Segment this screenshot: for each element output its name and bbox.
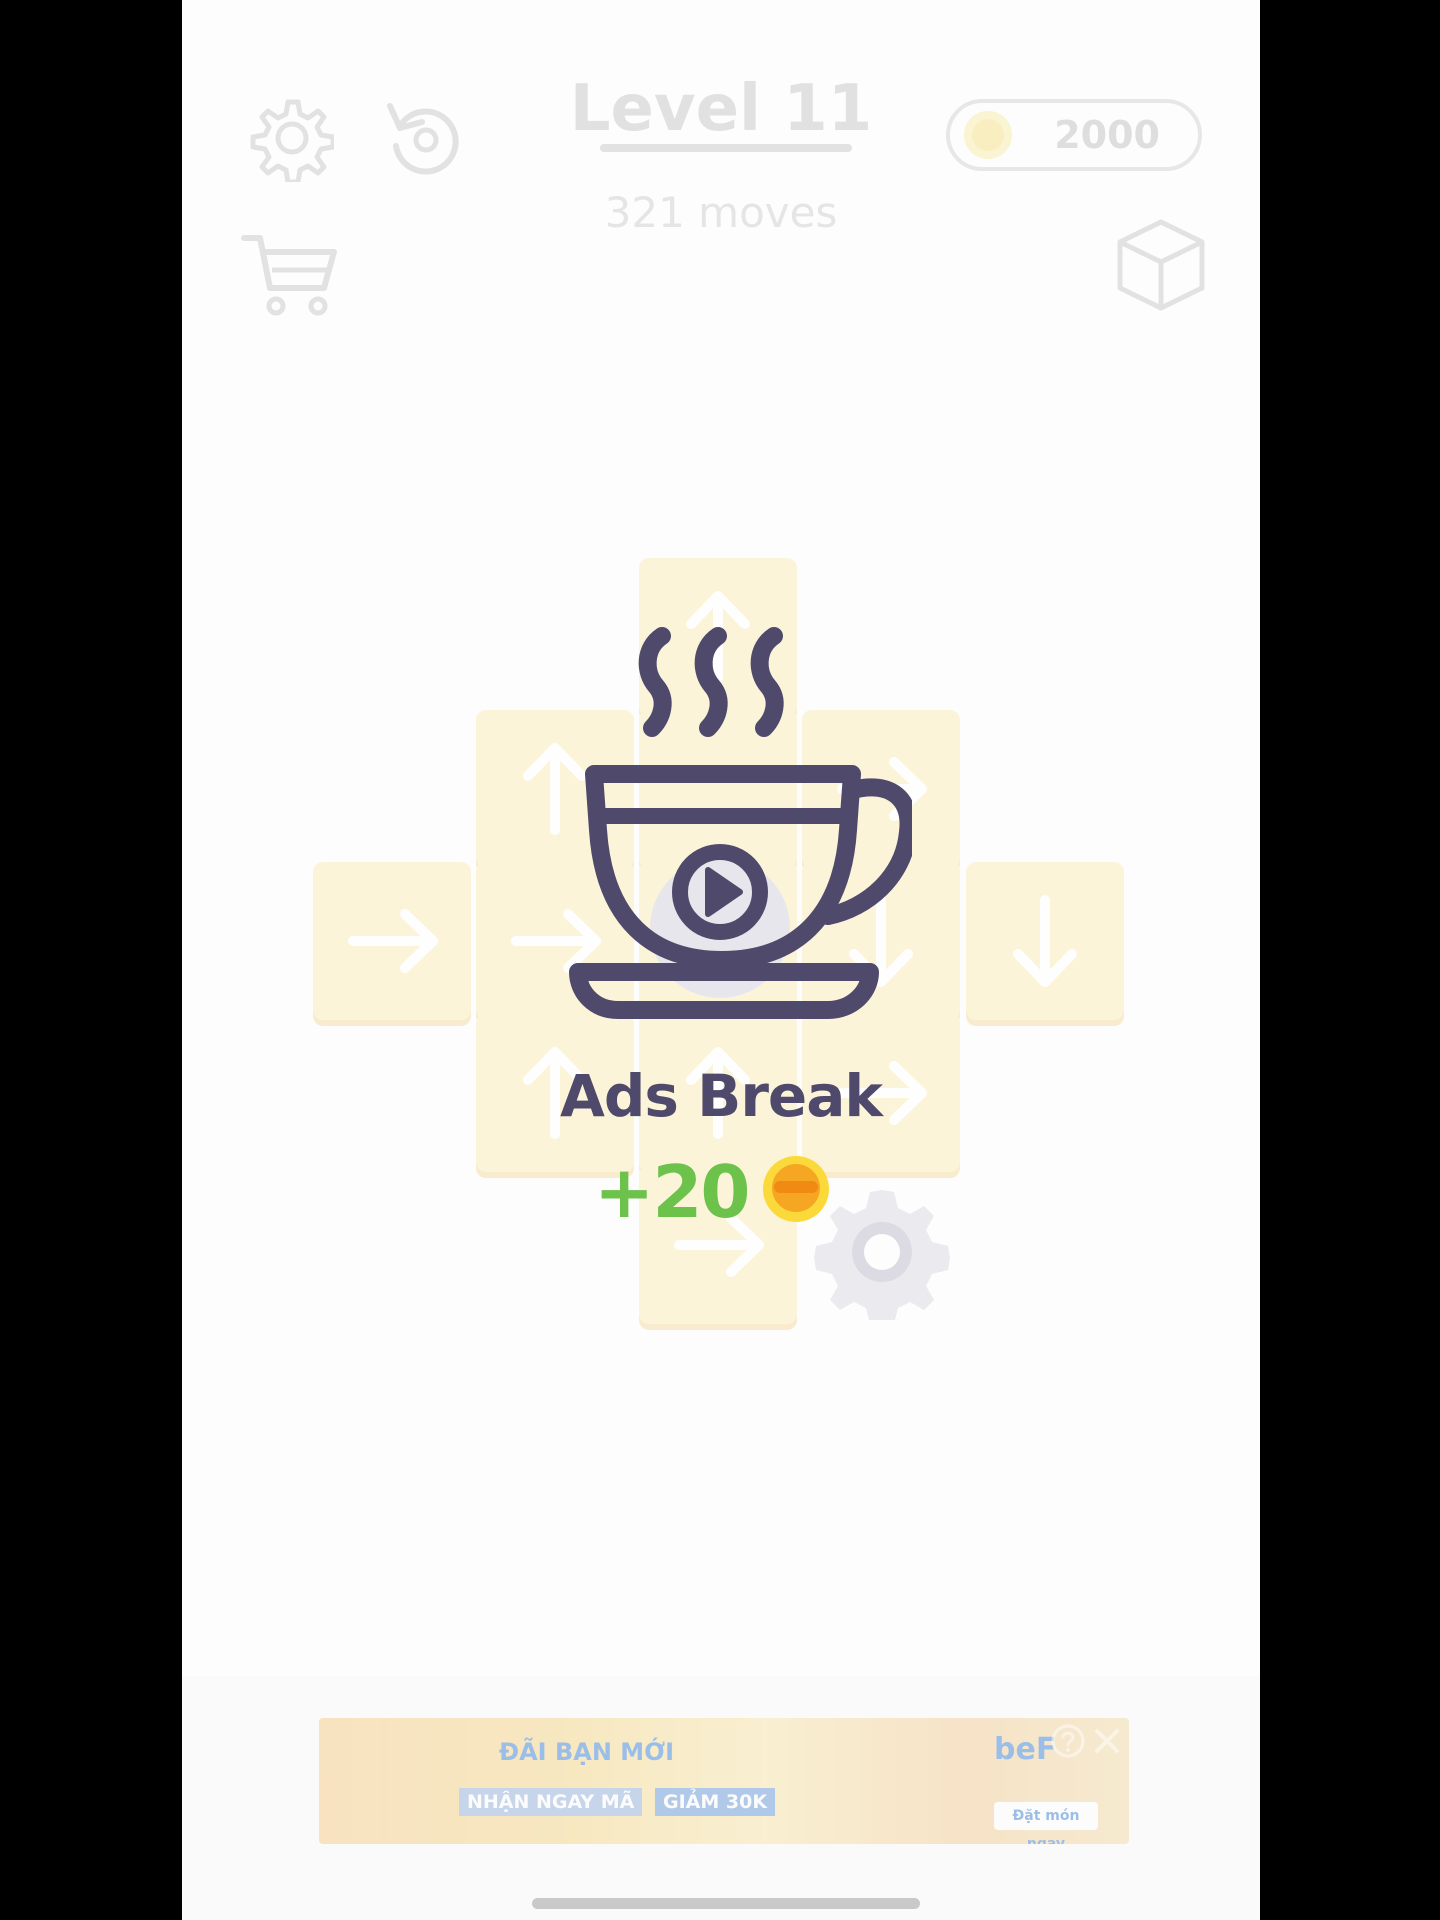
- ad-brand: beF: [994, 1732, 1057, 1767]
- tile[interactable]: [966, 862, 1124, 1020]
- coin-icon: [763, 1156, 829, 1222]
- coin-balance[interactable]: 2000: [946, 99, 1202, 171]
- cart-icon[interactable]: [240, 230, 340, 320]
- close-icon[interactable]: [1090, 1724, 1124, 1758]
- popup-title: Ads Break: [560, 1062, 883, 1130]
- ad-banner[interactable]: ĐÃI BẠN MỚI NHẬN NGAY MÃ GIẢM 30K beF Đặ…: [319, 1718, 1129, 1844]
- coffee-cup-play-icon[interactable]: [552, 620, 912, 1020]
- home-indicator[interactable]: [532, 1898, 920, 1909]
- ad-headline: ĐÃI BẠN MỚI: [499, 1738, 675, 1766]
- help-icon[interactable]: [1051, 1724, 1085, 1758]
- reward-amount: +20: [594, 1150, 751, 1234]
- arrow-down-icon: [1013, 895, 1077, 987]
- ad-cta-button[interactable]: Đặt món ngay: [994, 1802, 1098, 1844]
- gear-icon: [814, 1190, 950, 1320]
- coin-icon: [964, 111, 1012, 159]
- arrow-right-icon: [348, 909, 438, 973]
- level-underline: [600, 144, 852, 152]
- game-screen: Level 11 321 moves 2000 Ads Break +20 ĐÃ…: [182, 0, 1260, 1920]
- moves-counter: 321 moves: [604, 188, 838, 237]
- ad-discount: GIẢM 30K: [655, 1788, 776, 1816]
- ad-subline: NHẬN NGAY MÃ: [459, 1788, 643, 1816]
- coin-balance-value: 2000: [1054, 113, 1160, 157]
- tile[interactable]: [313, 862, 471, 1020]
